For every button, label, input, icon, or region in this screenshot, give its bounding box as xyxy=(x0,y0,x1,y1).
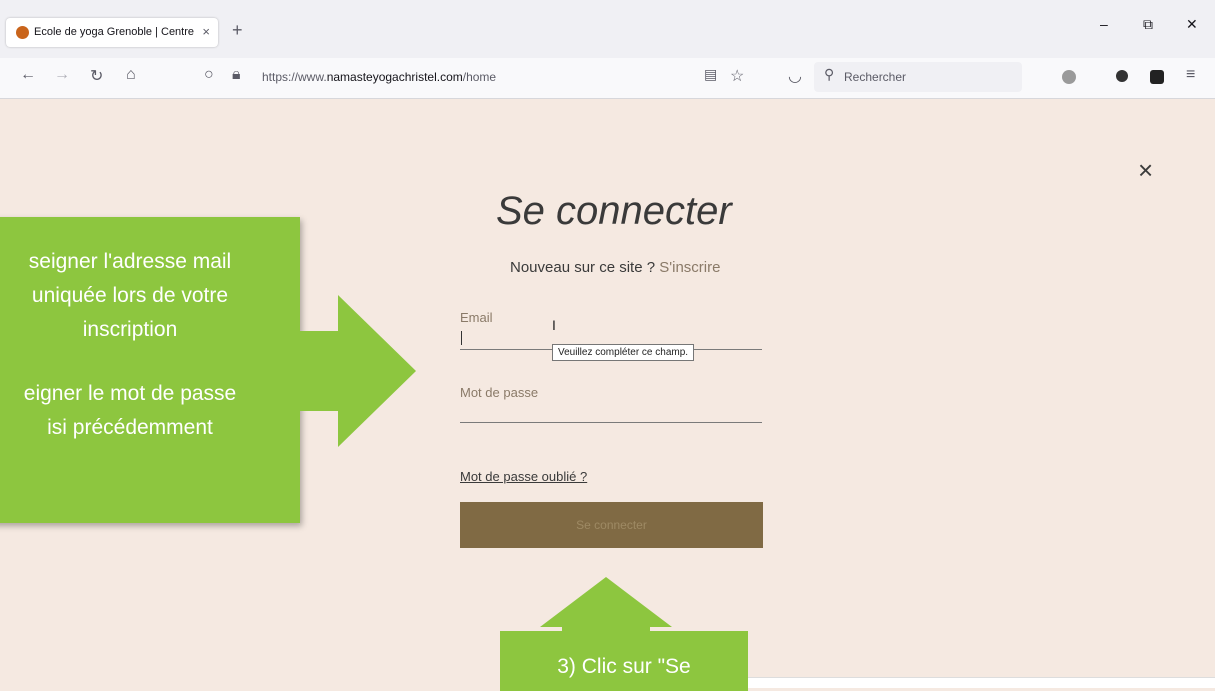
search-placeholder: Rechercher xyxy=(844,70,907,84)
annotation-line: seigner l'adresse mail xyxy=(28,250,232,273)
annotation-line: isi précédemment xyxy=(47,416,213,439)
restore-button[interactable]: ⧉ xyxy=(1143,16,1153,33)
new-tab-button[interactable]: + xyxy=(232,20,243,41)
email-label: Email xyxy=(460,310,493,325)
arrow-up-icon xyxy=(540,577,672,637)
arrow-right-icon xyxy=(290,295,416,447)
page-content: × Se connecter Nouveau sur ce site ? S'i… xyxy=(0,99,1215,691)
forward-icon[interactable]: → xyxy=(54,66,70,84)
url-bar[interactable]: ○ 🔒︎ https://www.namasteyogachristel.com… xyxy=(196,62,796,92)
login-submit-button[interactable]: Se connecter xyxy=(460,502,763,548)
lock-icon[interactable]: 🔒︎ xyxy=(232,66,241,84)
pocket-icon[interactable]: ◡ xyxy=(788,66,802,86)
annotation-line: uniquée lors de votre xyxy=(31,284,229,307)
annotation-callout: seigner l'adresse mail uniquée lors de v… xyxy=(0,217,300,523)
reload-icon[interactable]: ↻ xyxy=(90,66,103,86)
password-field[interactable] xyxy=(460,422,762,423)
forgot-password-link[interactable]: Mot de passe oublié ? xyxy=(460,469,587,484)
menu-icon[interactable]: ≡ xyxy=(1186,66,1195,84)
reader-view-icon[interactable]: ▤ xyxy=(704,66,717,83)
tab-title: Ecole de yoga Grenoble | Centre xyxy=(34,26,194,38)
site-favicon-icon xyxy=(16,26,29,39)
login-title: Se connecter xyxy=(496,189,732,233)
validation-tooltip: Veuillez compléter ce champ. xyxy=(552,344,695,361)
window-close-button[interactable]: ✕ xyxy=(1186,16,1198,33)
annotation-line: eigner le mot de passe xyxy=(23,382,237,405)
extension-dots-icon[interactable] xyxy=(1116,70,1128,82)
search-icon: ⚲ xyxy=(824,66,835,82)
signup-link[interactable]: S'inscrire xyxy=(659,259,720,276)
tab-bar: Ecole de yoga Grenoble | Centre × + – ⧉ … xyxy=(0,0,1215,63)
bottom-panel xyxy=(748,677,1215,688)
browser-tab[interactable]: Ecole de yoga Grenoble | Centre × xyxy=(6,18,218,47)
signup-prompt: Nouveau sur ce site ? S'inscrire xyxy=(510,259,721,276)
password-label: Mot de passe xyxy=(460,385,539,400)
tab-close-icon[interactable]: × xyxy=(202,24,210,39)
text-caret xyxy=(461,331,462,345)
annotation-step3: 3) Clic sur "Se xyxy=(557,655,691,678)
shield-icon[interactable]: ○ xyxy=(204,66,214,84)
bookmark-star-icon[interactable]: ☆ xyxy=(730,66,744,86)
annotation-line: inscription xyxy=(82,318,178,341)
annotation-banner: 3) Clic sur "Se xyxy=(500,631,748,691)
search-input[interactable]: ⚲ Rechercher xyxy=(814,62,1022,92)
text-cursor-icon: I xyxy=(552,317,556,333)
back-icon[interactable]: ← xyxy=(20,66,36,84)
extension-app-icon[interactable] xyxy=(1150,70,1164,84)
extension-gear-icon[interactable] xyxy=(1062,70,1076,84)
close-icon[interactable]: × xyxy=(1138,155,1153,186)
url-text: https://www.namasteyogachristel.com/home xyxy=(262,70,497,84)
home-icon[interactable]: ⌂ xyxy=(126,66,136,84)
minimize-button[interactable]: – xyxy=(1100,16,1108,32)
navigation-bar: ← → ↻ ⌂ ○ 🔒︎ https://www.namasteyogachri… xyxy=(0,58,1215,99)
